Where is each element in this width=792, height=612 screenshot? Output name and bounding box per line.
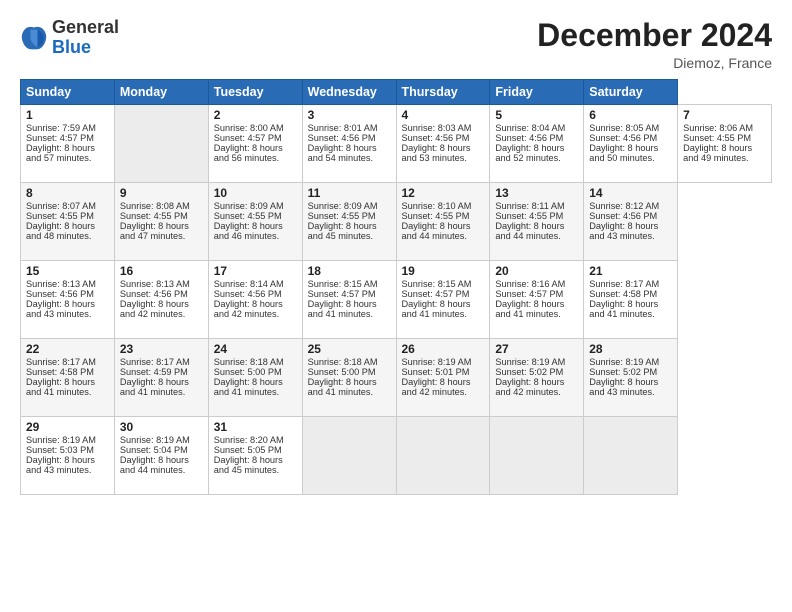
day-number: 1 [26,108,109,122]
day-header-sunday: Sunday [21,80,115,105]
day-header-monday: Monday [114,80,208,105]
calendar-cell-26: 26Sunrise: 8:19 AMSunset: 5:01 PMDayligh… [396,339,490,417]
calendar-cell-15: 15Sunrise: 8:13 AMSunset: 4:56 PMDayligh… [21,261,115,339]
logo-general: General [52,18,119,38]
logo-blue: Blue [52,38,119,58]
calendar-cell-1: 1Sunrise: 7:59 AMSunset: 4:57 PMDaylight… [21,105,115,183]
day-number: 12 [402,186,485,200]
calendar-cell-31: 31Sunrise: 8:20 AMSunset: 5:05 PMDayligh… [208,417,302,495]
day-number: 4 [402,108,485,122]
calendar-cell-21: 21Sunrise: 8:17 AMSunset: 4:58 PMDayligh… [584,261,678,339]
calendar-cell-25: 25Sunrise: 8:18 AMSunset: 5:00 PMDayligh… [302,339,396,417]
calendar-cell-18: 18Sunrise: 8:15 AMSunset: 4:57 PMDayligh… [302,261,396,339]
calendar-cell-9: 9Sunrise: 8:08 AMSunset: 4:55 PMDaylight… [114,183,208,261]
day-number: 8 [26,186,109,200]
day-header-thursday: Thursday [396,80,490,105]
day-number: 16 [120,264,203,278]
calendar-cell-2: 2Sunrise: 8:00 AMSunset: 4:57 PMDaylight… [208,105,302,183]
day-number: 30 [120,420,203,434]
day-number: 15 [26,264,109,278]
day-number: 11 [308,186,391,200]
calendar-cell-4: 4Sunrise: 8:03 AMSunset: 4:56 PMDaylight… [396,105,490,183]
day-header-saturday: Saturday [584,80,678,105]
header: General Blue December 2024 Diemoz, Franc… [20,18,772,71]
day-number: 9 [120,186,203,200]
calendar-cell-7: 7Sunrise: 8:06 AMSunset: 4:55 PMDaylight… [678,105,772,183]
week-row-1: 8Sunrise: 8:07 AMSunset: 4:55 PMDaylight… [21,183,772,261]
day-header-wednesday: Wednesday [302,80,396,105]
day-header-tuesday: Tuesday [208,80,302,105]
calendar-cell-empty [396,417,490,495]
day-number: 27 [495,342,578,356]
calendar-cell-27: 27Sunrise: 8:19 AMSunset: 5:02 PMDayligh… [490,339,584,417]
week-row-3: 22Sunrise: 8:17 AMSunset: 4:58 PMDayligh… [21,339,772,417]
day-header-friday: Friday [490,80,584,105]
week-row-0: 1Sunrise: 7:59 AMSunset: 4:57 PMDaylight… [21,105,772,183]
day-number: 29 [26,420,109,434]
calendar-cell-6: 6Sunrise: 8:05 AMSunset: 4:56 PMDaylight… [584,105,678,183]
calendar-cell-16: 16Sunrise: 8:13 AMSunset: 4:56 PMDayligh… [114,261,208,339]
day-number: 10 [214,186,297,200]
calendar-cell-empty [302,417,396,495]
day-number: 19 [402,264,485,278]
subtitle: Diemoz, France [537,55,772,71]
day-number: 21 [589,264,672,278]
day-number: 25 [308,342,391,356]
calendar-cell-23: 23Sunrise: 8:17 AMSunset: 4:59 PMDayligh… [114,339,208,417]
calendar-table: SundayMondayTuesdayWednesdayThursdayFrid… [20,79,772,495]
calendar-cell-14: 14Sunrise: 8:12 AMSunset: 4:56 PMDayligh… [584,183,678,261]
day-number: 28 [589,342,672,356]
day-number: 22 [26,342,109,356]
day-number: 14 [589,186,672,200]
day-number: 24 [214,342,297,356]
logo-text: General Blue [52,18,119,58]
page: General Blue December 2024 Diemoz, Franc… [0,0,792,612]
day-number: 2 [214,108,297,122]
calendar-cell-20: 20Sunrise: 8:16 AMSunset: 4:57 PMDayligh… [490,261,584,339]
calendar-cell-empty [584,417,678,495]
calendar-cell-3: 3Sunrise: 8:01 AMSunset: 4:56 PMDaylight… [302,105,396,183]
calendar-cell-10: 10Sunrise: 8:09 AMSunset: 4:55 PMDayligh… [208,183,302,261]
calendar-cell-13: 13Sunrise: 8:11 AMSunset: 4:55 PMDayligh… [490,183,584,261]
general-blue-logo-icon [20,24,48,52]
calendar-cell-11: 11Sunrise: 8:09 AMSunset: 4:55 PMDayligh… [302,183,396,261]
calendar-cell-30: 30Sunrise: 8:19 AMSunset: 5:04 PMDayligh… [114,417,208,495]
days-header-row: SundayMondayTuesdayWednesdayThursdayFrid… [21,80,772,105]
logo: General Blue [20,18,119,58]
day-number: 3 [308,108,391,122]
calendar-cell-5: 5Sunrise: 8:04 AMSunset: 4:56 PMDaylight… [490,105,584,183]
day-number: 5 [495,108,578,122]
calendar-cell-8: 8Sunrise: 8:07 AMSunset: 4:55 PMDaylight… [21,183,115,261]
day-number: 7 [683,108,766,122]
calendar-cell-28: 28Sunrise: 8:19 AMSunset: 5:02 PMDayligh… [584,339,678,417]
calendar-cell-19: 19Sunrise: 8:15 AMSunset: 4:57 PMDayligh… [396,261,490,339]
day-number: 18 [308,264,391,278]
day-number: 20 [495,264,578,278]
calendar-cell-17: 17Sunrise: 8:14 AMSunset: 4:56 PMDayligh… [208,261,302,339]
calendar-cell-empty [114,105,208,183]
week-row-2: 15Sunrise: 8:13 AMSunset: 4:56 PMDayligh… [21,261,772,339]
day-number: 17 [214,264,297,278]
calendar-cell-12: 12Sunrise: 8:10 AMSunset: 4:55 PMDayligh… [396,183,490,261]
calendar-cell-29: 29Sunrise: 8:19 AMSunset: 5:03 PMDayligh… [21,417,115,495]
day-number: 23 [120,342,203,356]
day-number: 13 [495,186,578,200]
day-number: 31 [214,420,297,434]
calendar-cell-24: 24Sunrise: 8:18 AMSunset: 5:00 PMDayligh… [208,339,302,417]
week-row-4: 29Sunrise: 8:19 AMSunset: 5:03 PMDayligh… [21,417,772,495]
calendar-cell-empty [490,417,584,495]
title-area: December 2024 Diemoz, France [537,18,772,71]
day-number: 26 [402,342,485,356]
day-number: 6 [589,108,672,122]
calendar-cell-22: 22Sunrise: 8:17 AMSunset: 4:58 PMDayligh… [21,339,115,417]
month-title: December 2024 [537,18,772,53]
